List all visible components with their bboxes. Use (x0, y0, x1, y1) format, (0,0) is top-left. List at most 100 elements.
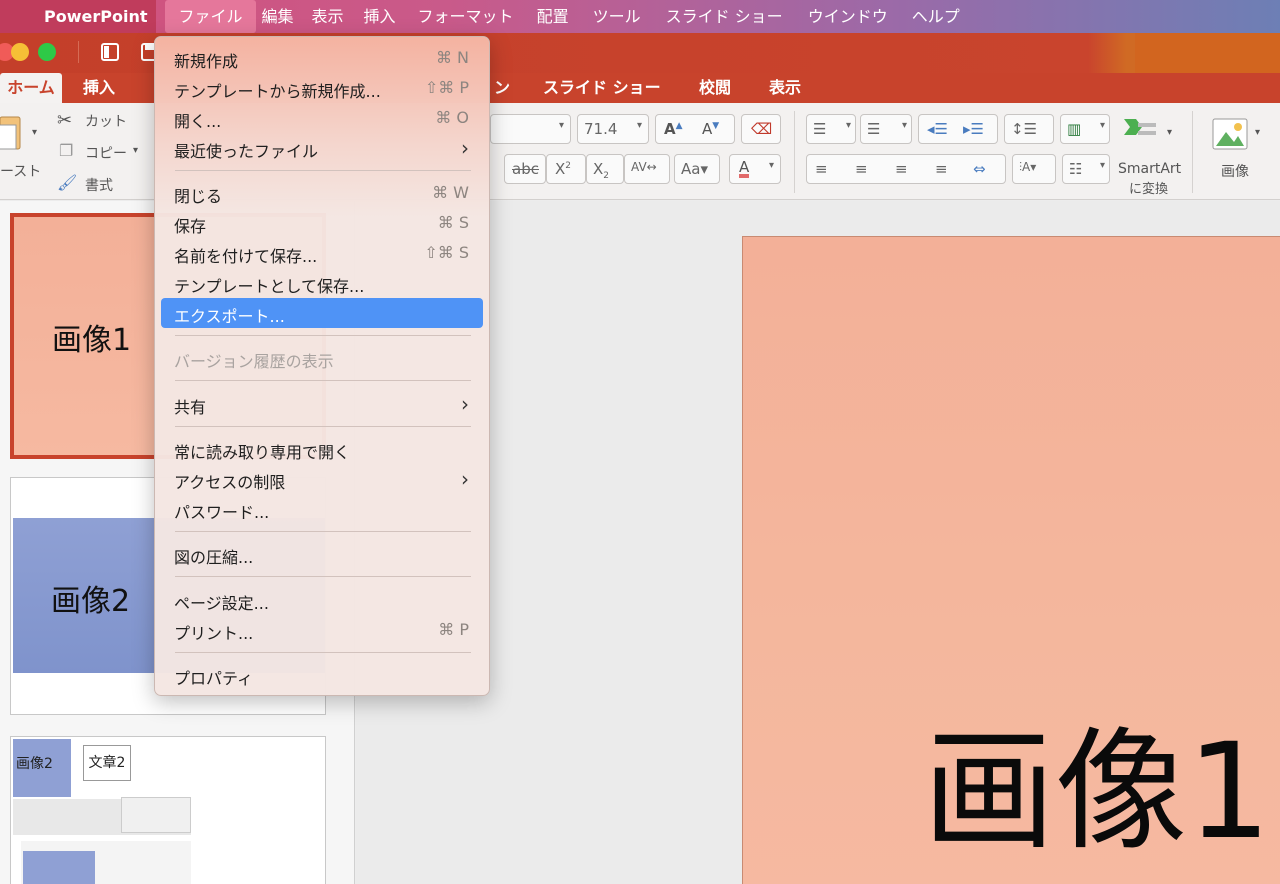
slide-title[interactable]: 画像1 (923, 685, 1271, 876)
copy-icon[interactable]: ❐ (59, 141, 73, 160)
menu-item-recent-files[interactable]: 最近使ったファイル › (161, 133, 483, 163)
eraser-icon: ⌫ (751, 120, 773, 138)
menu-item-new-from-template[interactable]: テンプレートから新規作成... ⇧⌘ P (161, 73, 483, 103)
align-right-icon[interactable]: ≡ (895, 160, 908, 178)
copy-dropdown-icon[interactable]: ▾ (133, 145, 138, 156)
line-spacing-button[interactable]: ↕☰ (1004, 114, 1054, 144)
text-direction-icon: ⫶A▾ (1019, 160, 1037, 174)
paste-label[interactable]: ースト (0, 161, 41, 181)
clear-format-button[interactable]: ⌫ (741, 114, 781, 144)
slide-thumbnail-3[interactable]: 画像2 文章2 (10, 736, 326, 884)
change-case-icon: Aa▾ (681, 160, 708, 178)
menu-item-properties[interactable]: プロパティ (161, 660, 483, 690)
menu-insert[interactable]: 挿入 (353, 0, 407, 33)
text-direction-button[interactable]: ⫶A▾ (1012, 154, 1056, 184)
character-spacing-icon: AV↔ (631, 160, 657, 174)
menu-item-share[interactable]: 共有 › (161, 389, 483, 419)
menu-item-print[interactable]: プリント... ⌘ P (161, 615, 483, 645)
menu-item-new[interactable]: 新規作成 ⌘ N (161, 43, 483, 73)
increase-indent-icon[interactable]: ▸☰ (963, 120, 984, 138)
numbering-button[interactable]: ☰ ▾ (860, 114, 912, 144)
scissors-icon[interactable]: ✂ (57, 110, 72, 131)
indent-buttons[interactable]: ◂☰ ▸☰ (918, 114, 998, 144)
smartart-dropdown-icon[interactable]: ▾ (1167, 127, 1172, 138)
distribute-icon[interactable]: ⇔ (973, 160, 986, 178)
font-color-icon: A (739, 158, 750, 178)
picture-label[interactable]: 画像 (1221, 161, 1249, 181)
character-spacing-button[interactable]: AV↔ (624, 154, 670, 184)
align-left-icon[interactable]: ≡ (815, 160, 828, 178)
menu-item-save[interactable]: 保存 ⌘ S (161, 208, 483, 238)
bullets-button[interactable]: ☰ ▾ (806, 114, 856, 144)
menu-format[interactable]: フォーマット (407, 0, 525, 33)
menu-separator (175, 426, 471, 427)
menu-window[interactable]: ウインドウ (796, 0, 900, 33)
menu-item-close[interactable]: 閉じる ⌘ W (161, 178, 483, 208)
change-case-button[interactable]: Aa▾ (674, 154, 720, 184)
tab-review[interactable]: 校閲 (699, 73, 731, 103)
cut-button[interactable]: カット (85, 111, 127, 131)
sidebar-toggle-icon[interactable] (100, 42, 120, 62)
chevron-right-icon: › (461, 467, 469, 491)
menu-separator (175, 170, 471, 171)
menu-help[interactable]: ヘルプ (900, 0, 972, 33)
menu-item-restrict-access[interactable]: アクセスの制限 › (161, 464, 483, 494)
superscript-button[interactable]: X2 (546, 154, 586, 184)
tab-insert[interactable]: 挿入 (83, 73, 115, 103)
columns-button[interactable]: ▥ ▾ (1060, 114, 1110, 144)
tab-home[interactable]: ホーム (0, 73, 62, 103)
current-slide[interactable]: 画像1 (742, 236, 1280, 884)
strikethrough-button[interactable]: abc (504, 154, 546, 184)
font-color-button[interactable]: A ▾ (729, 154, 781, 184)
menu-edit[interactable]: 編集 (256, 0, 303, 33)
slide-thumbnail-3-text-b: 文章2 (83, 745, 131, 781)
menu-item-save-as-template[interactable]: テンプレートとして保存... (161, 268, 483, 298)
menu-file[interactable]: ファイル (165, 0, 256, 33)
format-painter-icon[interactable]: 🖌 (57, 173, 77, 192)
justify-icon[interactable]: ≡ (935, 160, 948, 178)
minimize-window-button[interactable] (11, 43, 29, 61)
picture-dropdown-icon[interactable]: ▾ (1255, 127, 1260, 138)
paste-icon[interactable] (0, 113, 22, 151)
grow-font-icon[interactable]: A▲ (664, 120, 683, 138)
decrease-indent-icon[interactable]: ◂☰ (927, 120, 948, 138)
subscript-button[interactable]: X2 (586, 154, 624, 184)
align-center-icon[interactable]: ≡ (855, 160, 868, 178)
picture-icon[interactable] (1212, 118, 1248, 150)
menu-item-password[interactable]: パスワード... (161, 494, 483, 524)
smartart-icon[interactable] (1122, 115, 1160, 151)
font-name-input[interactable]: ▾ (490, 114, 571, 144)
copy-button[interactable]: コピー (85, 143, 127, 163)
app-menu[interactable]: PowerPoint (0, 0, 157, 33)
menu-tools[interactable]: ツール (581, 0, 653, 33)
slide-thumbnail-3-menu (121, 797, 191, 833)
chevron-right-icon: › (461, 392, 469, 416)
file-menu: 新規作成 ⌘ N テンプレートから新規作成... ⇧⌘ P 開く... ⌘ O 最近使… (154, 36, 490, 696)
menu-view[interactable]: 表示 (303, 0, 353, 33)
shrink-font-icon[interactable]: A▼ (702, 120, 719, 138)
menu-item-export[interactable]: エクスポート... (161, 298, 483, 328)
menu-arrange[interactable]: 配置 (525, 0, 581, 33)
format-painter-button[interactable]: 書式 (85, 175, 113, 195)
smartart-label-2[interactable]: に変換 (1129, 178, 1168, 197)
align-text-button[interactable]: ☷ ▾ (1062, 154, 1110, 184)
menu-separator (175, 531, 471, 532)
ribbon-divider (794, 111, 795, 193)
font-size-input[interactable]: 71.4 ▾ (577, 114, 649, 144)
font-size-buttons[interactable]: A▲ A▼ (655, 114, 735, 144)
slide-canvas[interactable]: 画像1 (356, 201, 1280, 884)
smartart-label[interactable]: SmartArt (1118, 161, 1181, 177)
menu-item-compress-pictures[interactable]: 図の圧縮... (161, 539, 483, 569)
paste-dropdown-icon[interactable]: ▾ (32, 127, 37, 138)
subscript-icon: X2 (593, 160, 610, 181)
tab-view[interactable]: 表示 (769, 73, 801, 103)
menu-slideshow[interactable]: スライド ショー (653, 0, 796, 33)
tab-slideshow[interactable]: スライド ショー (543, 73, 661, 103)
alignment-buttons[interactable]: ≡ ≡ ≡ ≡ ⇔ (806, 154, 1006, 184)
tab-design[interactable]: ン (494, 73, 510, 103)
zoom-window-button[interactable] (38, 43, 56, 61)
menu-item-always-read-only[interactable]: 常に読み取り専用で開く (161, 434, 483, 464)
menu-item-save-as[interactable]: 名前を付けて保存... ⇧⌘ S (161, 238, 483, 268)
menu-item-open[interactable]: 開く... ⌘ O (161, 103, 483, 133)
menu-item-page-setup[interactable]: ページ設定... (161, 585, 483, 615)
